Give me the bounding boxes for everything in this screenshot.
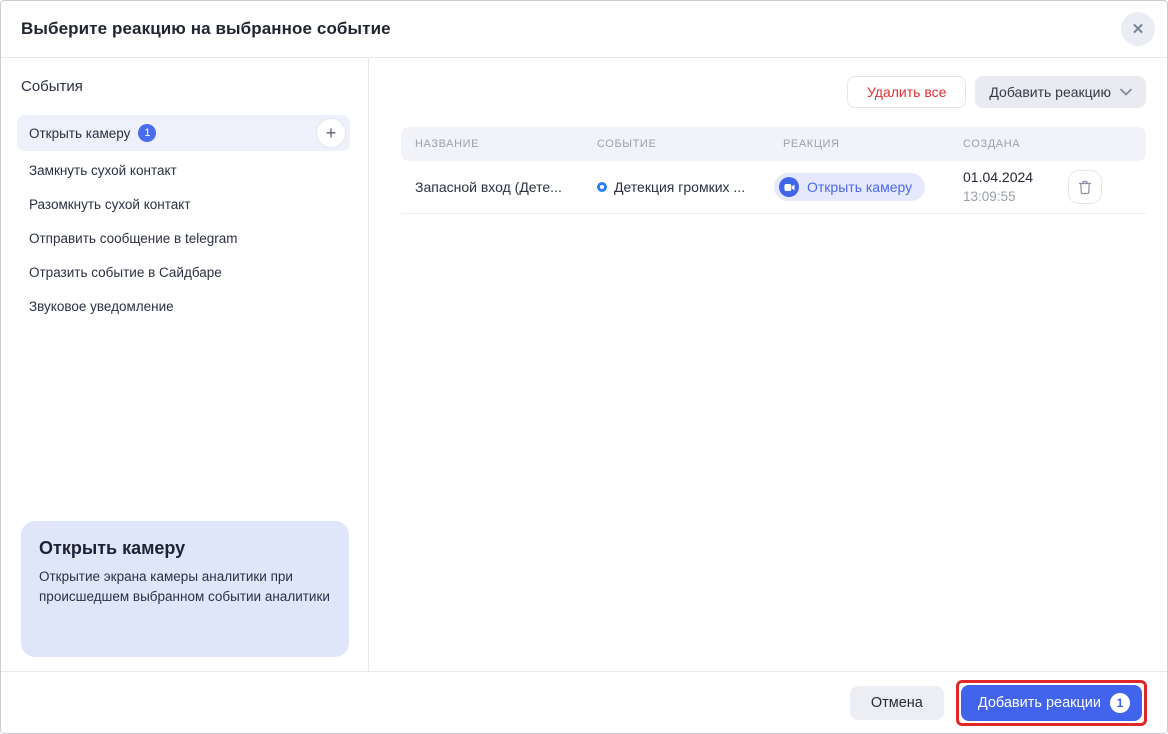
row-event-label: Детекция громких ... <box>614 179 745 195</box>
event-item-telegram-message[interactable]: Отправить сообщение в telegram <box>17 221 350 255</box>
created-time: 13:09:55 <box>963 187 1062 207</box>
events-sidebar: События Открыть камеру 1 + Замкнуть сухо… <box>1 58 369 671</box>
event-list: Открыть камеру 1 + Замкнуть сухой контак… <box>17 115 350 323</box>
add-reaction-dropdown[interactable]: Добавить реакцию <box>975 76 1146 108</box>
event-item-label: Звуковое уведомление <box>29 299 174 314</box>
event-item-sound-notification[interactable]: Звуковое уведомление <box>17 289 350 323</box>
event-item-label: Открыть камеру <box>29 126 130 141</box>
reaction-tag-label: Открыть камеру <box>807 179 912 195</box>
add-reactions-submit-button[interactable]: Добавить реакции 1 <box>961 685 1142 721</box>
close-icon: ✕ <box>1132 20 1145 38</box>
table-header: НАЗВАНИЕ СОБЫТИЕ РЕАКЦИЯ СОЗДАНА <box>401 127 1146 161</box>
dialog-body: События Открыть камеру 1 + Замкнуть сухо… <box>1 58 1167 671</box>
red-highlight-annotation: Добавить реакции 1 <box>956 680 1147 726</box>
dialog-title: Выберите реакцию на выбранное событие <box>21 19 391 39</box>
info-box-title: Открыть камеру <box>39 538 331 559</box>
row-created: 01.04.2024 13:09:55 <box>949 167 1062 207</box>
close-button[interactable]: ✕ <box>1121 12 1155 46</box>
dialog-footer: Отмена Добавить реакции 1 <box>1 671 1167 733</box>
event-item-open-dry-contact[interactable]: Разомкнуть сухой контакт <box>17 187 350 221</box>
column-header-created: СОЗДАНА <box>949 138 1062 150</box>
delete-row-button[interactable] <box>1068 170 1102 204</box>
delete-all-button[interactable]: Удалить все <box>847 76 966 108</box>
reaction-info-box: Открыть камеру Открытие экрана камеры ан… <box>21 521 349 657</box>
event-item-label: Отразить событие в Сайдбаре <box>29 265 222 280</box>
events-sidebar-title: События <box>21 78 350 95</box>
event-count-badge: 1 <box>138 124 156 142</box>
event-item-close-dry-contact[interactable]: Замкнуть сухой контакт <box>17 153 350 187</box>
created-date: 01.04.2024 <box>963 167 1062 187</box>
column-header-event: СОБЫТИЕ <box>583 138 769 150</box>
row-actions <box>1062 170 1146 204</box>
row-reaction: Открыть камеру <box>769 173 949 201</box>
event-item-label: Замкнуть сухой контакт <box>29 163 177 178</box>
add-event-reaction-button[interactable]: + <box>316 118 346 148</box>
reactions-table: НАЗВАНИЕ СОБЫТИЕ РЕАКЦИЯ СОЗДАНА Запасно… <box>401 127 1146 214</box>
event-item-label: Разомкнуть сухой контакт <box>29 197 191 212</box>
camera-icon <box>779 177 799 197</box>
add-reaction-label: Добавить реакцию <box>989 84 1111 100</box>
trash-icon <box>1078 180 1092 195</box>
submit-label: Добавить реакции <box>978 695 1101 711</box>
reaction-dialog: Выберите реакцию на выбранное событие ✕ … <box>0 0 1168 734</box>
plus-icon: + <box>326 124 337 142</box>
dialog-header: Выберите реакцию на выбранное событие ✕ <box>1 1 1167 58</box>
event-item-sidebar-event[interactable]: Отразить событие в Сайдбаре <box>17 255 350 289</box>
column-header-reaction: РЕАКЦИЯ <box>769 138 949 150</box>
reactions-panel: Удалить все Добавить реакцию НАЗВАНИЕ СО… <box>369 58 1167 671</box>
delete-all-label: Удалить все <box>867 84 946 100</box>
submit-count-badge: 1 <box>1110 693 1130 713</box>
reactions-toolbar: Удалить все Добавить реакцию <box>401 76 1146 108</box>
event-item-label: Отправить сообщение в telegram <box>29 231 238 246</box>
row-name: Запасной вход (Дете... <box>401 179 583 195</box>
row-event: Детекция громких ... <box>583 179 769 195</box>
cancel-label: Отмена <box>871 695 923 711</box>
event-item-open-camera[interactable]: Открыть камеру 1 + <box>17 115 350 151</box>
reaction-tag: Открыть камеру <box>774 173 925 201</box>
event-type-icon <box>597 182 607 192</box>
table-row: Запасной вход (Дете... Детекция громких … <box>401 161 1146 214</box>
info-box-description: Открытие экрана камеры аналитики при про… <box>39 567 331 608</box>
chevron-down-icon <box>1120 88 1132 96</box>
column-header-name: НАЗВАНИЕ <box>401 138 583 150</box>
cancel-button[interactable]: Отмена <box>850 686 944 720</box>
